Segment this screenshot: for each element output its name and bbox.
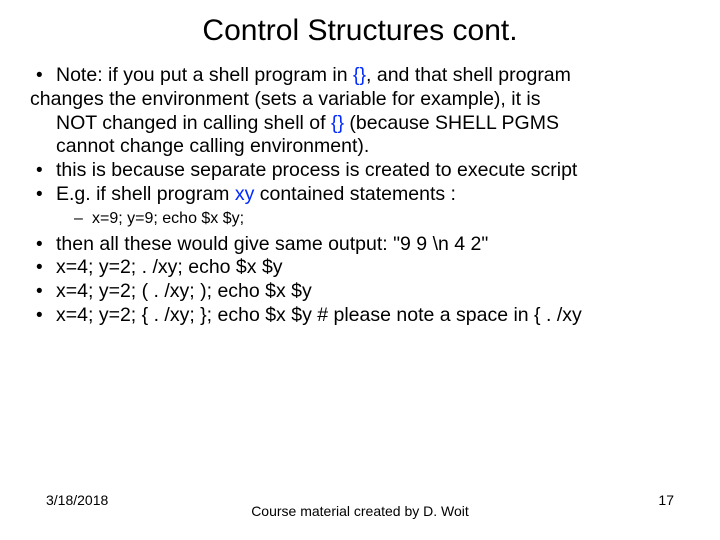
slide: Control Structures cont. Note: if you pu… <box>0 0 720 540</box>
bullet-5: x=4; y=2; . /xy; echo $x $y <box>30 256 690 280</box>
bullet-1-indent2: cannot change calling environment). <box>30 135 690 159</box>
bullet-1-wrap: changes the environment (sets a variable… <box>30 88 690 112</box>
bullet-1-indent1: NOT changed in calling shell of {} (beca… <box>30 112 690 136</box>
bullet-3: E.g. if shell program xy contained state… <box>30 183 690 207</box>
bullet-6: x=4; y=2; ( . /xy; ); echo $x $y <box>30 280 690 304</box>
sub-1: x=9; y=9; echo $x $y; <box>74 209 690 229</box>
footer-date: 3/18/2018 <box>46 492 108 508</box>
bullet-1-text-a: Note: if you put a shell program in <box>56 64 353 86</box>
bullet-2: this is because separate process is crea… <box>30 159 690 183</box>
bullet-1-indent1-a: NOT changed in calling shell of <box>56 112 331 134</box>
bullet-3-a: E.g. if shell program <box>56 183 235 205</box>
footer-center: Course material created by D. Woit <box>250 503 470 521</box>
bullet-7: x=4; y=2; { . /xy; }; echo $x $y # pleas… <box>30 304 690 328</box>
footer-page: 17 <box>658 492 674 508</box>
bullet-1-text-b: , and that shell program <box>366 64 571 86</box>
bullet-1-braces2: {} <box>331 112 344 134</box>
footer: 3/18/2018 Course material created by D. … <box>0 503 720 521</box>
bullet-3-b: contained statements : <box>254 183 456 205</box>
bullet-1-braces: {} <box>353 64 366 86</box>
bullet-4: then all these would give same output: "… <box>30 233 690 257</box>
bullet-1: Note: if you put a shell program in {}, … <box>30 64 690 88</box>
bullet-list: Note: if you put a shell program in {}, … <box>30 64 690 207</box>
page-title: Control Structures cont. <box>30 14 690 48</box>
bullet-3-xy: xy <box>235 183 255 205</box>
bullet-list-2: then all these would give same output: "… <box>30 233 690 328</box>
sub-list: x=9; y=9; echo $x $y; <box>30 209 690 229</box>
bullet-1-indent1-b: (because SHELL PGMS <box>344 112 559 134</box>
